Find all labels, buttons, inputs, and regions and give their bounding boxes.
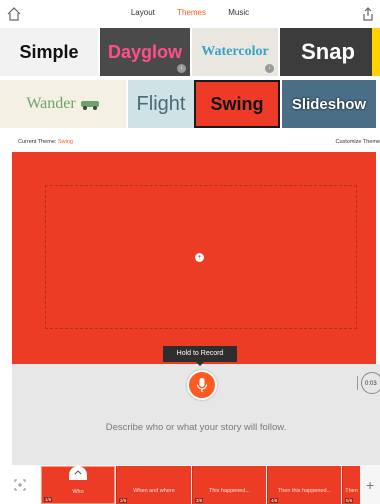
slide-tag: 5/6: [345, 498, 354, 503]
theme-dayglow[interactable]: Dayglow ↓: [100, 28, 190, 76]
strip-tools: [0, 465, 40, 504]
share-icon[interactable]: [360, 6, 376, 22]
slide-caption: When and where: [133, 488, 175, 494]
download-icon: ↓: [265, 64, 274, 73]
chevron-up-icon: [74, 470, 82, 475]
theme-label: Flight: [136, 92, 186, 115]
theme-watercolor[interactable]: Watercolor ↓: [192, 28, 278, 76]
microphone-icon: [196, 378, 208, 392]
top-bar: Layout Themes Music: [0, 0, 380, 28]
theme-swing[interactable]: Swing: [194, 80, 280, 128]
record-timer: 0:03: [361, 372, 380, 394]
slide-thumbnail[interactable]: Then 5/6: [342, 466, 360, 504]
tab-layout[interactable]: Layout: [131, 8, 155, 17]
record-prompt: Describe who or what your story will fol…: [105, 422, 287, 433]
theme-wander[interactable]: Wander: [0, 80, 126, 128]
slide-thumbnail[interactable]: When and where 2/6: [116, 466, 191, 504]
theme-label: Swing: [210, 93, 264, 114]
theme-grid: Simple Dayglow ↓ Watercolor ↓ Snap Wander …: [0, 28, 380, 130]
hold-to-record-tooltip: Hold to Record: [163, 346, 237, 366]
slide-tag: 3/6: [195, 498, 204, 503]
slide-tag: 4/6: [270, 498, 279, 503]
add-slide-icon[interactable]: +: [366, 477, 374, 493]
theme-label: Slideshow: [291, 95, 367, 113]
slide-thumbnail[interactable]: Then this happened... 4/6: [267, 466, 341, 504]
slide-canvas[interactable]: +: [12, 152, 376, 364]
add-content-icon[interactable]: +: [195, 253, 204, 262]
car-icon: [80, 101, 99, 110]
slide-caption: Who: [72, 489, 84, 495]
timer-divider: [357, 376, 358, 390]
theme-label: Simple: [19, 41, 79, 62]
theme-slideshow[interactable]: Slideshow: [282, 80, 376, 128]
theme-label: Wander: [26, 95, 76, 112]
reorder-icon[interactable]: [14, 479, 26, 491]
current-theme-value: Swing: [57, 139, 73, 145]
theme-simple[interactable]: Simple: [0, 28, 98, 76]
slide-tag: 1/6: [44, 497, 53, 502]
tab-music[interactable]: Music: [228, 8, 249, 17]
current-theme: Current Theme: Swing: [18, 139, 73, 145]
slide-caption: Then this happened...: [277, 488, 332, 494]
slide-tag: 2/6: [119, 498, 128, 503]
slide-thumbnail[interactable]: This happened... 3/6: [192, 466, 266, 504]
record-panel: 0:03 Describe who or what your story wil…: [12, 364, 380, 465]
theme-label: Snap: [301, 39, 355, 64]
theme-flight[interactable]: Flight: [128, 80, 194, 128]
theme-label: Dayglow: [107, 41, 182, 62]
nav-tabs: Layout Themes Music: [0, 8, 380, 17]
expand-strip-button[interactable]: [69, 466, 87, 480]
theme-label: Watercolor: [201, 44, 269, 59]
slide-caption: This happened...: [209, 488, 250, 494]
slide-strip: Who 1/6 When and where 2/6 This happened…: [0, 465, 380, 504]
theme-info-row: Current Theme: Swing Customize Theme: [0, 136, 380, 148]
current-theme-label: Current Theme:: [18, 139, 57, 145]
tab-themes[interactable]: Themes: [177, 8, 206, 17]
slide-caption: Then: [345, 488, 358, 494]
theme-next-partial[interactable]: [372, 28, 380, 76]
record-button[interactable]: [187, 370, 217, 400]
theme-snap[interactable]: Snap: [280, 28, 376, 76]
download-icon: ↓: [177, 64, 186, 73]
customize-theme-link[interactable]: Customize Theme: [335, 139, 380, 145]
